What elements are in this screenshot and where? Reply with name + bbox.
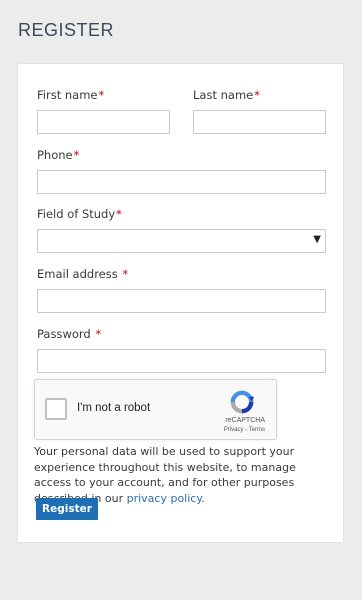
field-of-study-required-mark: * [116, 207, 122, 221]
password-input[interactable] [37, 349, 326, 373]
first-name-label: First name* [37, 88, 104, 102]
email-required-mark: * [122, 267, 129, 281]
recaptcha-label: I'm not a robot [77, 402, 151, 414]
register-form-card: First name* Last name* Phone* Field of S… [17, 63, 344, 543]
recaptcha-widget: I'm not a robot reCAPTCHA Privacy - Term… [34, 379, 277, 440]
last-name-label: Last name* [193, 88, 260, 102]
last-name-label-text: Last name [193, 88, 254, 102]
register-button[interactable]: Register [36, 498, 98, 520]
first-name-input[interactable] [37, 110, 170, 134]
field-of-study-label-text: Field of Study [37, 207, 116, 221]
phone-label-text: Phone [37, 148, 73, 162]
page-title: REGISTER [18, 20, 115, 40]
privacy-policy-link[interactable]: privacy policy [127, 492, 202, 505]
field-of-study-label: Field of Study* [37, 207, 122, 221]
first-name-label-text: First name [37, 88, 98, 102]
privacy-notice-suffix: . [201, 491, 205, 505]
password-required-mark: * [95, 327, 102, 341]
password-label-text: Password [37, 327, 91, 341]
first-name-required-mark: * [98, 88, 105, 102]
email-label-text: Email address [37, 267, 118, 281]
privacy-notice: Your personal data will be used to suppo… [34, 444, 334, 506]
chevron-down-icon: ▼ [313, 234, 321, 245]
last-name-input[interactable] [193, 110, 326, 134]
recaptcha-logo-icon [230, 390, 255, 414]
field-of-study-select[interactable]: ▼ [37, 229, 326, 253]
email-input[interactable] [37, 289, 326, 313]
recaptcha-checkbox[interactable] [45, 398, 67, 420]
phone-input[interactable] [37, 170, 326, 194]
last-name-required-mark: * [254, 88, 260, 102]
phone-required-mark: * [73, 148, 80, 162]
recaptcha-brand: reCAPTCHA [225, 417, 265, 424]
password-label: Password * [37, 327, 101, 341]
phone-label: Phone* [37, 148, 79, 162]
recaptcha-privacy-terms-links[interactable]: Privacy - Terms [224, 427, 265, 433]
email-label: Email address * [37, 267, 128, 281]
